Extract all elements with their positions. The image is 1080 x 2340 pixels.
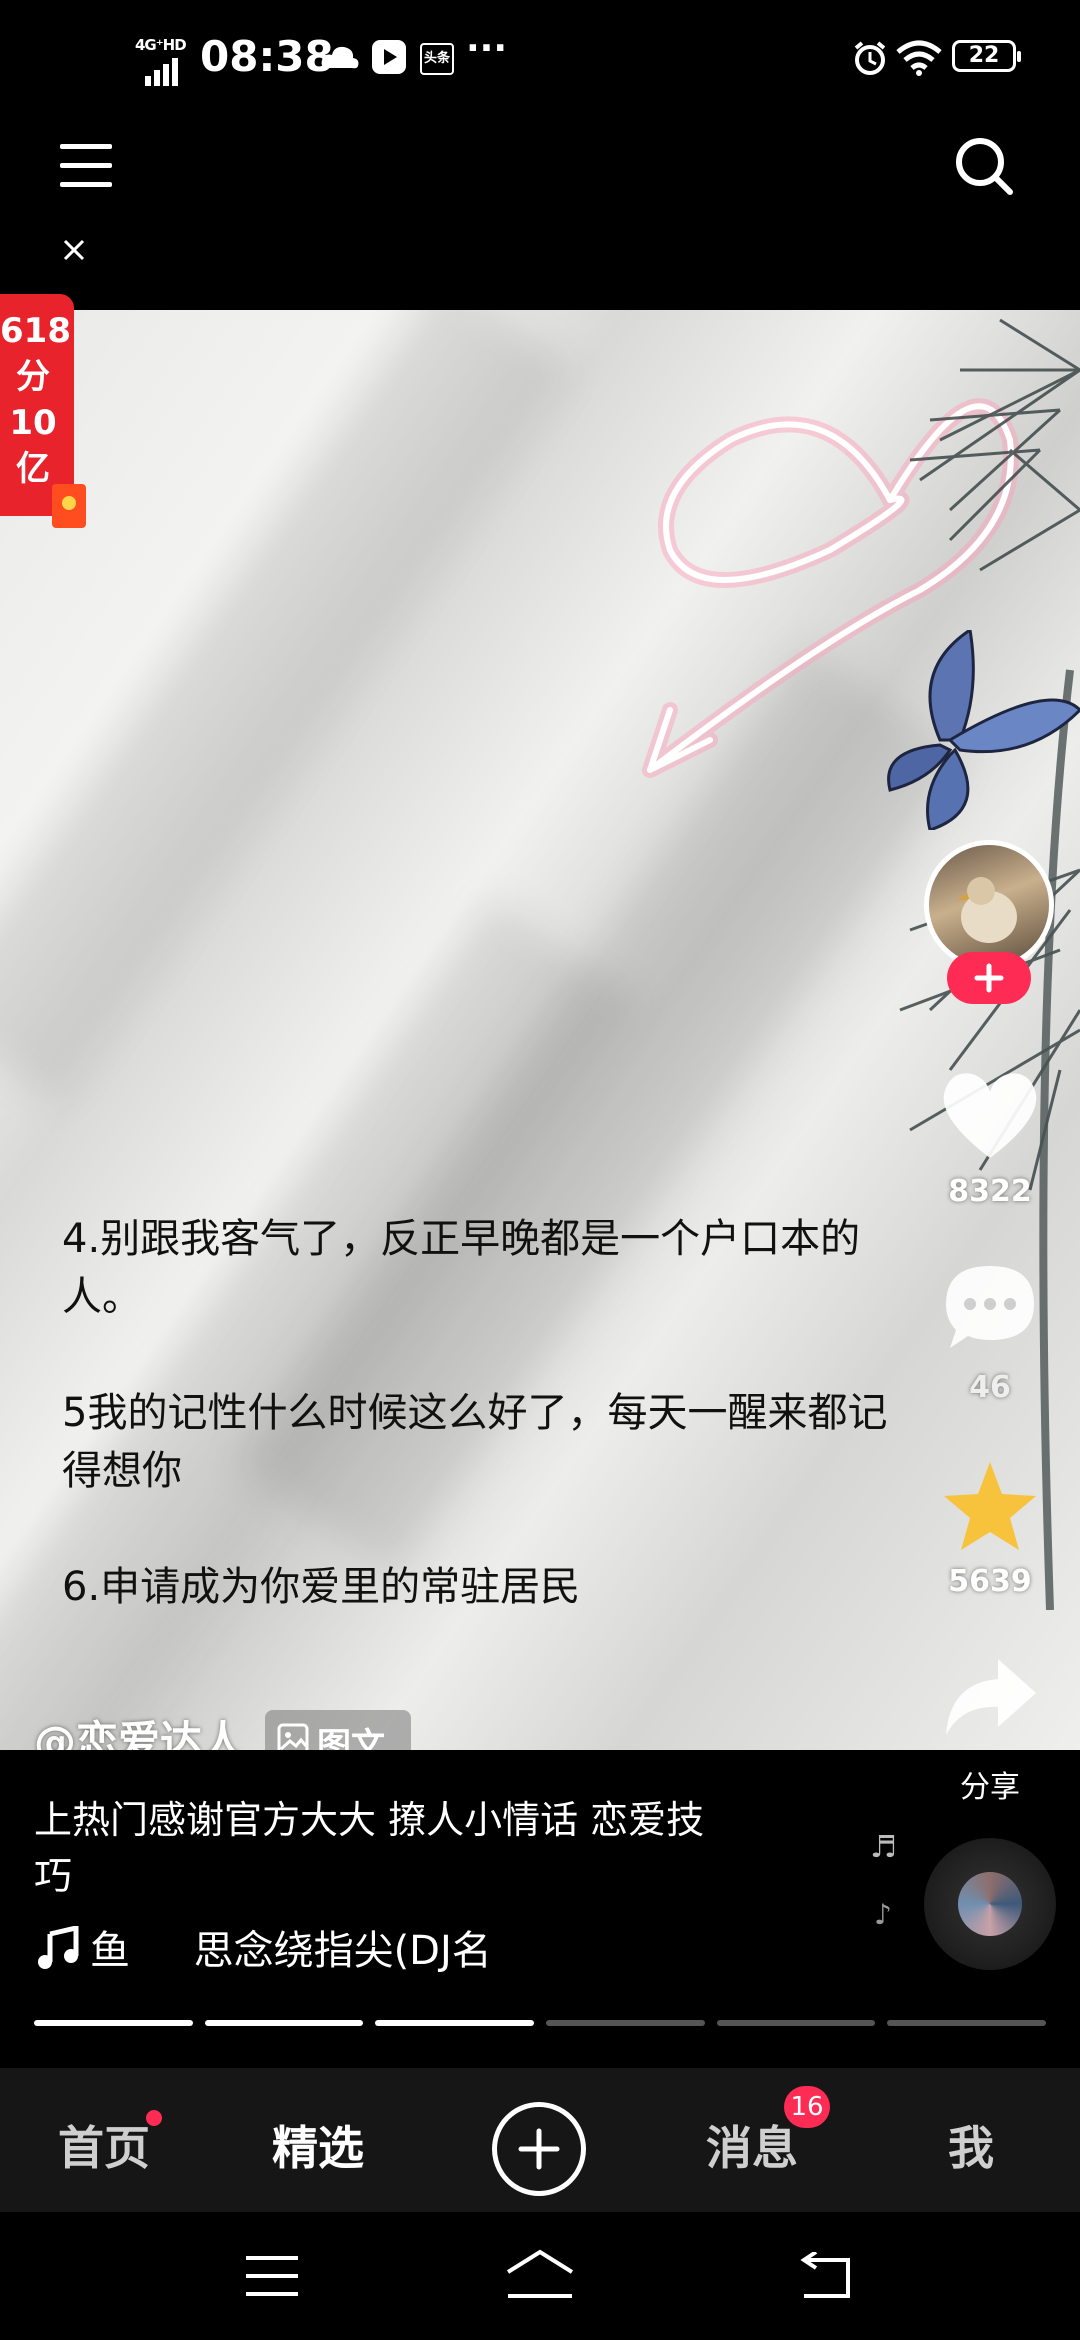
- like-icon[interactable]: [940, 1070, 1040, 1160]
- post-text: 4.别跟我客气了，反正早晚都是一个户口本的 人。 5我的记性什么时候这么好了，每…: [62, 1210, 1022, 1616]
- home-icon[interactable]: [504, 2248, 576, 2302]
- music-cover-image: [958, 1872, 1022, 1936]
- post-line: 人。: [62, 1274, 142, 1320]
- alarm-icon: [854, 41, 886, 75]
- post-info: 上热门感谢官方大大 撩人小情话 恋爱技 巧 鱼 思念绕指尖(DJ名 ♫ ♬ ♪: [0, 1750, 1080, 2068]
- toutiao-icon: 头条: [420, 43, 454, 75]
- caption-line: 上热门感谢官方大大 撩人小情话 恋爱技: [34, 1798, 705, 1842]
- note-float-icon: ♪: [874, 1898, 892, 1931]
- home-dot-badge: [146, 2110, 162, 2126]
- progress-segment: [716, 2020, 876, 2026]
- like-count: 8322: [948, 1174, 1032, 1209]
- author-avatar[interactable]: [924, 840, 1054, 970]
- music-title[interactable]: 鱼 思念绕指尖(DJ名: [90, 1918, 492, 1976]
- comment-icon[interactable]: [942, 1260, 1038, 1352]
- promo-line: 618: [0, 311, 71, 351]
- tab-me[interactable]: 我: [948, 2112, 994, 2178]
- plus-icon: [518, 2128, 560, 2170]
- system-nav-bar: [0, 2212, 1080, 2340]
- back-icon[interactable]: [796, 2252, 852, 2302]
- battery-level: 22: [968, 43, 1000, 68]
- clock: 08:38: [200, 32, 334, 81]
- top-header: [0, 120, 1080, 310]
- status-bar: 4G⁺HD 08:38 头条 ··· 22: [0, 0, 1080, 120]
- menu-icon[interactable]: [60, 142, 112, 190]
- progress-indicator: [34, 2020, 1047, 2026]
- tab-featured[interactable]: 精选: [272, 2112, 364, 2178]
- post-line: 6.申请成为你爱里的常驻居民: [62, 1564, 581, 1610]
- promo-line: 分: [16, 357, 50, 397]
- promo-badge[interactable]: 618 分 10 亿: [0, 294, 86, 528]
- close-icon[interactable]: [62, 238, 86, 262]
- messages-badge: 16: [784, 2086, 830, 2128]
- progress-segment: [375, 2020, 535, 2026]
- favorite-star-icon[interactable]: [940, 1458, 1040, 1554]
- note-float-icon: ♬: [870, 1830, 897, 1865]
- music-note-icon: [38, 1926, 79, 1969]
- follow-button[interactable]: [947, 952, 1031, 1004]
- create-button[interactable]: [492, 2102, 586, 2196]
- bird-avatar-image: [957, 877, 1017, 943]
- plus-icon: [974, 963, 1004, 993]
- signal-icon: [145, 58, 178, 86]
- progress-segment: [546, 2020, 705, 2026]
- search-icon[interactable]: [952, 134, 1016, 198]
- caption[interactable]: 上热门感谢官方大大 撩人小情话 恋爱技 巧: [34, 1792, 704, 1904]
- red-envelope-icon: [52, 484, 86, 528]
- progress-segment: [34, 2020, 193, 2026]
- post-line: 得想你: [62, 1448, 182, 1494]
- comment-count: 46: [969, 1370, 1011, 1405]
- caption-line: 巧: [34, 1854, 73, 1898]
- recent-apps-icon[interactable]: [244, 2254, 300, 2298]
- butterfly-decoration: [887, 630, 1080, 830]
- progress-segment: [204, 2020, 364, 2026]
- share-label: 分享: [960, 1770, 1020, 1805]
- wifi-icon: [896, 40, 942, 76]
- more-notifications: ···: [466, 28, 508, 69]
- progress-segment: [887, 2020, 1047, 2026]
- tab-home[interactable]: 首页: [58, 2112, 150, 2178]
- post-line: 5我的记性什么时候这么好了，每天一醒来都记: [62, 1390, 888, 1436]
- video-app-icon: [372, 40, 406, 74]
- cloud-icon: [321, 46, 359, 69]
- post-image[interactable]: 4.别跟我客气了，反正早晚都是一个户口本的 人。 5我的记性什么时候这么好了，每…: [0, 310, 1080, 1750]
- bottom-nav: 首页 精选 消息 16 我: [0, 2068, 1080, 2212]
- share-icon[interactable]: [942, 1655, 1038, 1739]
- favorite-count: 5639: [948, 1564, 1032, 1599]
- tab-messages[interactable]: 消息: [706, 2112, 798, 2178]
- network-type: 4G⁺HD: [135, 36, 187, 54]
- promo-line: 10: [9, 403, 57, 443]
- post-line: 4.别跟我客气了，反正早晚都是一个户口本的: [62, 1216, 861, 1262]
- battery-icon: 22: [952, 40, 1021, 72]
- music-disc[interactable]: [924, 1838, 1056, 1970]
